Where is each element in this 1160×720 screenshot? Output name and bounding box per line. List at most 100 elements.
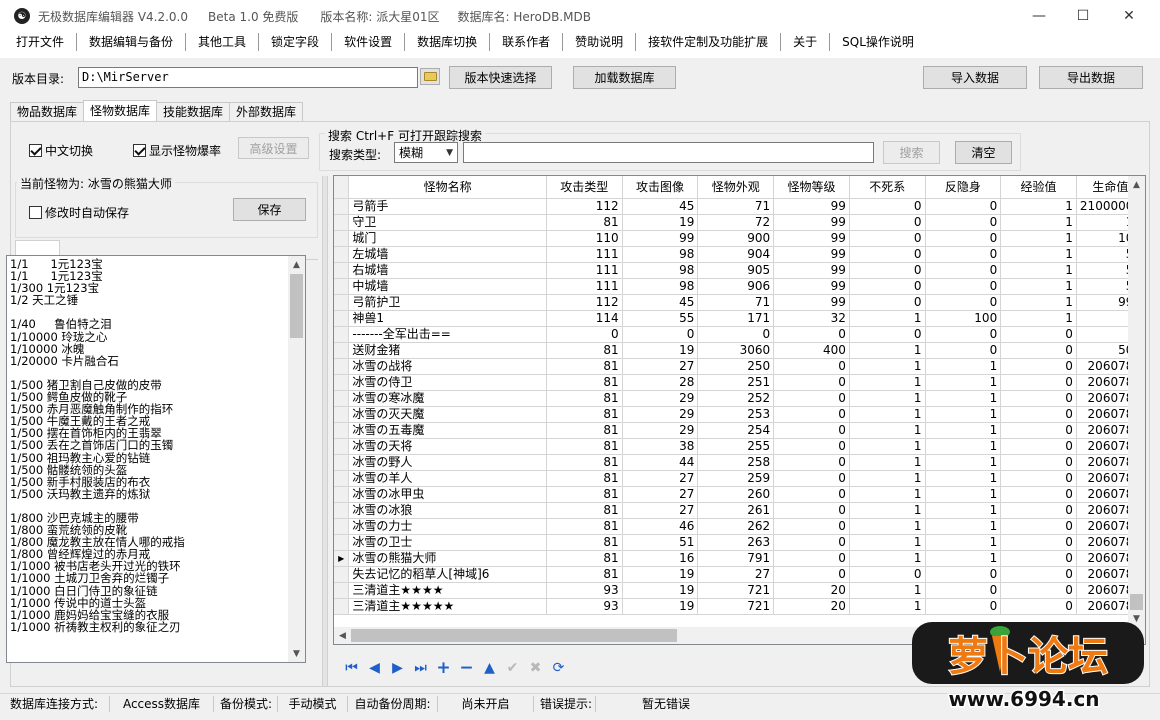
prior-icon[interactable]: ◀ [363, 658, 386, 678]
cell-appearance[interactable]: 255 [697, 438, 775, 455]
cell-attack-image[interactable]: 45 [622, 294, 699, 311]
cell-name[interactable]: 冰雪の羊人 [348, 470, 547, 487]
cell-anti-invis[interactable]: 0 [925, 198, 1002, 215]
cell-undead[interactable]: 1 [849, 454, 926, 471]
cell-exp[interactable]: 0 [1000, 470, 1077, 487]
minimize-button[interactable]: — [1016, 0, 1062, 32]
col-header-name[interactable]: 怪物名称 [348, 176, 547, 199]
col-header-exp[interactable]: 经验值 [1000, 176, 1077, 199]
cell-name[interactable]: 右城墙 [348, 262, 547, 279]
cell-appearance[interactable]: 72 [697, 214, 775, 231]
cell-name[interactable]: 冰雪の战将 [348, 358, 547, 375]
cell-appearance[interactable]: 27 [697, 566, 775, 583]
row-indicator[interactable] [334, 582, 350, 599]
cell-anti-invis[interactable]: 1 [925, 486, 1002, 503]
cell-anti-invis[interactable]: 0 [925, 326, 1002, 343]
cell-exp[interactable]: 0 [1000, 326, 1077, 343]
menu-sql-help[interactable]: SQL操作说明 [830, 33, 926, 51]
cell-undead[interactable]: 1 [849, 310, 926, 327]
cell-exp[interactable]: 0 [1000, 598, 1077, 615]
show-droprate-checkbox[interactable]: 显示怪物爆率 [133, 142, 221, 159]
cell-anti-invis[interactable]: 0 [925, 598, 1002, 615]
cell-undead[interactable]: 1 [849, 406, 926, 423]
col-header-appearance[interactable]: 怪物外观 [697, 176, 775, 199]
cancel-icon[interactable]: ✖ [524, 658, 547, 678]
last-icon[interactable]: ⏭ [409, 658, 432, 678]
cell-anti-invis[interactable]: 1 [925, 358, 1002, 375]
cell-undead[interactable]: 0 [849, 566, 926, 583]
cell-name[interactable]: 送财金猪 [348, 342, 547, 359]
folder-browse-button[interactable] [420, 68, 440, 85]
cell-exp[interactable]: 0 [1000, 582, 1077, 599]
cell-level[interactable]: 0 [773, 454, 850, 471]
monster-grid[interactable]: 怪物名称 攻击类型 攻击图像 怪物外观 怪物等级 不死系 反隐身 经验值 生命值… [333, 175, 1146, 645]
cell-level[interactable]: 99 [773, 278, 850, 295]
cell-appearance[interactable]: 721 [697, 598, 775, 615]
cell-attack-type[interactable]: 111 [546, 262, 623, 279]
tab-skills[interactable]: 技能数据库 [156, 102, 231, 122]
table-row[interactable]: 中城墙111989069900150 [334, 278, 1145, 295]
table-row[interactable]: 弓箭护卫112457199001999 [334, 294, 1145, 311]
cell-name[interactable]: 冰雪の灭天魔 [348, 406, 547, 423]
row-indicator[interactable]: ▶ [334, 550, 350, 567]
cell-appearance[interactable]: 259 [697, 470, 775, 487]
menu-contact[interactable]: 联系作者 [490, 33, 564, 51]
cell-name[interactable]: 冰雪の冰狼 [348, 502, 547, 519]
splitter[interactable] [322, 176, 328, 686]
drop-list[interactable]: 1/1 1元123宝 1/1 1元123宝 1/300 1元123宝 1/2 天工之锤… [6, 255, 306, 663]
cell-exp[interactable]: 0 [1000, 390, 1077, 407]
cell-name[interactable]: 冰雪の天将 [348, 438, 547, 455]
menu-data-edit-backup[interactable]: 数据编辑与备份 [77, 33, 187, 51]
cell-attack-image[interactable]: 27 [622, 470, 699, 487]
cell-level[interactable]: 0 [773, 486, 850, 503]
table-row[interactable]: 城门1109990099001100 [334, 230, 1145, 247]
cell-anti-invis[interactable]: 1 [925, 406, 1002, 423]
cell-attack-type[interactable]: 111 [546, 278, 623, 295]
cell-attack-image[interactable]: 27 [622, 486, 699, 503]
cell-exp[interactable]: 0 [1000, 406, 1077, 423]
table-row[interactable]: 失去记忆的稻草人[神域]6 81 19 27 0 0 0 0 2060784 [334, 566, 1145, 583]
menu-db-switch[interactable]: 数据库切换 [405, 33, 491, 51]
cell-level[interactable]: 400 [773, 342, 850, 359]
table-row[interactable]: 冰雪の羊人 81 27 259 0 1 1 0 2060784 [334, 470, 1145, 487]
cell-appearance[interactable]: 260 [697, 486, 775, 503]
table-row[interactable]: 冰雪の力士 81 46 262 0 1 1 0 2060784 [334, 518, 1145, 535]
cell-exp[interactable]: 0 [1000, 534, 1077, 551]
drop-list-scrollbar[interactable]: ▲ ▼ [288, 256, 305, 662]
cell-name[interactable]: 冰雪の卫士 [348, 534, 547, 551]
cell-undead[interactable]: 0 [849, 294, 926, 311]
cell-attack-image[interactable]: 16 [622, 550, 699, 567]
cell-name[interactable]: 冰雪の五毒魔 [348, 422, 547, 439]
cell-attack-image[interactable]: 98 [622, 278, 699, 295]
row-indicator[interactable] [334, 358, 350, 375]
table-row[interactable]: ▶ 冰雪の熊猫大师 81 16 791 0 1 1 0 2060784 [334, 550, 1145, 567]
cell-level[interactable]: 99 [773, 214, 850, 231]
first-icon[interactable]: ⏮ [340, 658, 363, 678]
cell-attack-type[interactable]: 81 [546, 518, 623, 535]
row-indicator[interactable] [334, 486, 350, 503]
cell-anti-invis[interactable]: 0 [925, 214, 1002, 231]
cell-level[interactable]: 0 [773, 374, 850, 391]
cell-appearance[interactable]: 171 [697, 310, 775, 327]
row-indicator[interactable] [334, 310, 350, 327]
cell-attack-type[interactable]: 81 [546, 422, 623, 439]
cell-appearance[interactable]: 253 [697, 406, 775, 423]
close-button[interactable]: ✕ [1106, 0, 1152, 32]
cell-level[interactable]: 0 [773, 470, 850, 487]
cell-appearance[interactable]: 258 [697, 454, 775, 471]
cell-attack-image[interactable]: 99 [622, 230, 699, 247]
cell-anti-invis[interactable]: 1 [925, 502, 1002, 519]
cell-attack-type[interactable]: 81 [546, 566, 623, 583]
cell-name[interactable]: 冰雪の冰甲虫 [348, 486, 547, 503]
cell-name[interactable]: 中城墙 [348, 278, 547, 295]
table-row[interactable]: 冰雪の寒冰魔 81 29 252 0 1 1 0 2060784 [334, 390, 1145, 407]
cell-name[interactable]: 守卫 [348, 214, 547, 231]
cell-attack-type[interactable]: 81 [546, 534, 623, 551]
cell-undead[interactable]: 1 [849, 358, 926, 375]
edit-icon[interactable]: ▲ [478, 658, 501, 678]
menu-sponsor[interactable]: 赞助说明 [563, 33, 637, 51]
cell-anti-invis[interactable]: 1 [925, 534, 1002, 551]
row-indicator[interactable] [334, 262, 350, 279]
cell-exp[interactable]: 1 [1000, 198, 1077, 215]
cell-level[interactable]: 0 [773, 502, 850, 519]
